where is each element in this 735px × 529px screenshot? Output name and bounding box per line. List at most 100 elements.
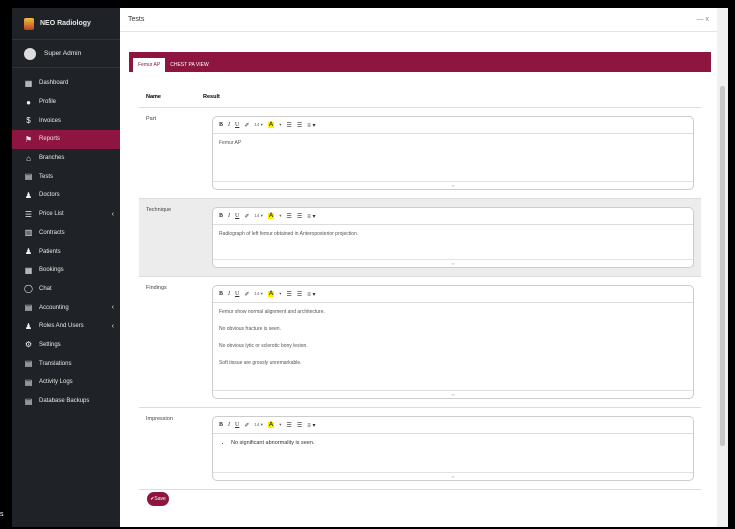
- user-name: Super Admin: [44, 50, 82, 57]
- scrollbar-thumb[interactable]: [720, 86, 725, 446]
- page-header: Tests — x: [120, 8, 717, 32]
- bullet-list-button[interactable]: ☰: [287, 422, 292, 429]
- numbered-list-button[interactable]: ☰: [297, 122, 302, 129]
- sidebar-item-profile[interactable]: ● Profile: [12, 93, 120, 112]
- sidebar-item-chat[interactable]: ◯ Chat: [12, 280, 120, 299]
- align-dropdown[interactable]: ≡ ▾: [307, 422, 315, 429]
- italic-button[interactable]: I: [228, 291, 230, 297]
- user-panel[interactable]: Super Admin: [12, 40, 120, 68]
- bold-button[interactable]: B: [219, 213, 223, 219]
- brand[interactable]: NEO Radiology: [12, 8, 120, 40]
- sidebar-item-settings[interactable]: ⚙ Settings: [12, 336, 120, 355]
- italic-button[interactable]: I: [228, 213, 230, 219]
- align-dropdown[interactable]: ≡ ▾: [307, 213, 315, 220]
- sidebar-item-label: Profile: [39, 99, 57, 106]
- highlight-dropdown[interactable]: ▾: [279, 122, 281, 128]
- sidebar-item-tests[interactable]: ▤ Tests: [12, 167, 120, 186]
- app-window: NEO Radiology Super Admin ▦ Dashboard ● Pro…: [12, 8, 728, 527]
- sidebar-item-bookings[interactable]: ▦ Bookings: [12, 261, 120, 280]
- highlight-button[interactable]: A: [267, 122, 275, 128]
- save-button[interactable]: ✔Save: [147, 492, 169, 506]
- patients-icon: ♟: [24, 247, 33, 257]
- underline-button[interactable]: U: [235, 422, 239, 428]
- sidebar-item-label: Accounting: [39, 304, 69, 311]
- invoices-icon: $: [26, 116, 31, 126]
- numbered-list-button[interactable]: ☰: [297, 213, 302, 220]
- sidebar-item-roles-and-users[interactable]: ♟ Roles And Users ‹: [12, 317, 120, 336]
- resize-handle[interactable]: ═: [213, 472, 693, 481]
- sidebar-item-label: Translations: [39, 360, 72, 367]
- underline-button[interactable]: U: [235, 122, 239, 128]
- bullet-list-button[interactable]: ☰: [287, 213, 292, 220]
- branches-icon: ⌂: [26, 153, 31, 163]
- doctors-icon: ♟: [24, 190, 33, 200]
- align-dropdown[interactable]: ≡ ▾: [307, 122, 315, 129]
- settings-icon: ⚙: [24, 340, 33, 350]
- clear-format-button[interactable]: ✐: [244, 122, 249, 129]
- bold-button[interactable]: B: [219, 422, 223, 428]
- tab-femur-ap[interactable]: Femur AP: [133, 58, 166, 72]
- sidebar-item-contracts[interactable]: ▥ Contracts: [12, 224, 120, 243]
- underline-button[interactable]: U: [235, 213, 239, 219]
- sidebar-item-patients[interactable]: ♟ Patients: [12, 242, 120, 261]
- tab-chest-pa-view[interactable]: CHEST PA VIEW: [165, 58, 213, 72]
- numbered-list-button[interactable]: ☰: [297, 422, 302, 429]
- sidebar-item-label: Bookings: [39, 267, 64, 274]
- clear-format-button[interactable]: ✐: [244, 291, 249, 298]
- rich-text-editor[interactable]: B I U ✐ 14 ▾ A ▾ ☰ ☰ ≡ ▾ Femur AP ═: [212, 116, 694, 190]
- align-dropdown[interactable]: ≡ ▾: [307, 291, 315, 298]
- font-size-select[interactable]: 14 ▾: [254, 291, 263, 297]
- editor-content[interactable]: Femur AP: [213, 134, 693, 181]
- window-controls[interactable]: — x: [697, 16, 709, 23]
- sidebar-item-label: Settings: [39, 341, 61, 348]
- sidebar-item-price-list[interactable]: ☰ Price List ‹: [12, 205, 120, 224]
- numbered-list-button[interactable]: ☰: [297, 291, 302, 298]
- editor-content[interactable]: No significant abnormality is seen.: [213, 434, 693, 472]
- sidebar-item-label: Roles And Users: [39, 323, 84, 330]
- field-label: Technique: [146, 207, 172, 213]
- clear-format-button[interactable]: ✐: [244, 422, 249, 429]
- editor-content[interactable]: Radiograph of left femur obtained in Ant…: [213, 225, 693, 259]
- page-title: Tests: [128, 16, 145, 23]
- rich-text-editor[interactable]: BIU ✐ 14 ▾ A ▾ ☰ ☰ ≡ ▾ No significant abnormalit…: [212, 416, 694, 481]
- sidebar-item-label: Price List: [39, 211, 64, 218]
- sidebar-item-reports[interactable]: ⚑ Reports: [12, 130, 120, 149]
- avatar: [24, 47, 36, 60]
- editor-content[interactable]: Femur show normal alignment and architec…: [213, 303, 693, 390]
- sidebar-item-accounting[interactable]: ▤ Accounting ‹: [12, 298, 120, 317]
- clear-format-button[interactable]: ✐: [244, 213, 249, 220]
- rich-text-editor[interactable]: B I U ✐ 14 ▾ A ▾ ☰ ☰ ≡ ▾ Femur show normal alignme…: [212, 285, 694, 399]
- font-size-select[interactable]: 14 ▾: [254, 213, 263, 219]
- highlight-button[interactable]: A: [267, 291, 275, 297]
- resize-handle[interactable]: ═: [213, 390, 693, 399]
- sidebar-item-activity-logs[interactable]: ▤ Activity Logs: [12, 373, 120, 392]
- sidebar-item-doctors[interactable]: ♟ Doctors: [12, 186, 120, 205]
- sidebar-item-dashboard[interactable]: ▦ Dashboard: [12, 74, 120, 93]
- resize-handle[interactable]: ═: [213, 259, 693, 268]
- sidebar-item-label: Dashboard: [39, 80, 69, 87]
- chat-icon: ◯: [24, 284, 33, 294]
- column-name: Name: [146, 93, 161, 100]
- sidebar-item-translations[interactable]: ▤ Translations: [12, 354, 120, 373]
- roles-and-users-icon: ♟: [24, 321, 33, 331]
- bold-button[interactable]: B: [219, 291, 223, 297]
- bold-button[interactable]: B: [219, 122, 223, 128]
- highlight-dropdown[interactable]: ▾: [279, 213, 281, 219]
- font-size-select[interactable]: 14 ▾: [254, 422, 263, 428]
- rich-text-editor[interactable]: B I U ✐ 14 ▾ A ▾ ☰ ☰ ≡ ▾ Radiograph of left femur …: [212, 207, 694, 268]
- highlight-button[interactable]: A: [267, 213, 275, 219]
- bullet-list-button[interactable]: ☰: [287, 122, 292, 129]
- underline-button[interactable]: U: [235, 291, 239, 297]
- sidebar-item-invoices[interactable]: $ Invoices: [12, 111, 120, 130]
- scrollbar[interactable]: [717, 8, 728, 527]
- font-size-select[interactable]: 14 ▾: [254, 122, 263, 128]
- italic-button[interactable]: I: [228, 122, 230, 128]
- bullet-list-button[interactable]: ☰: [287, 291, 292, 298]
- highlight-dropdown[interactable]: ▾: [279, 291, 281, 297]
- sidebar-item-branches[interactable]: ⌂ Branches: [12, 149, 120, 168]
- italic-button[interactable]: I: [228, 422, 230, 428]
- highlight-button[interactable]: A: [267, 422, 275, 428]
- resize-handle[interactable]: ═: [213, 181, 693, 190]
- sidebar-item-database-backups[interactable]: ▤ Database Backups: [12, 392, 120, 411]
- highlight-dropdown[interactable]: ▾: [279, 422, 281, 428]
